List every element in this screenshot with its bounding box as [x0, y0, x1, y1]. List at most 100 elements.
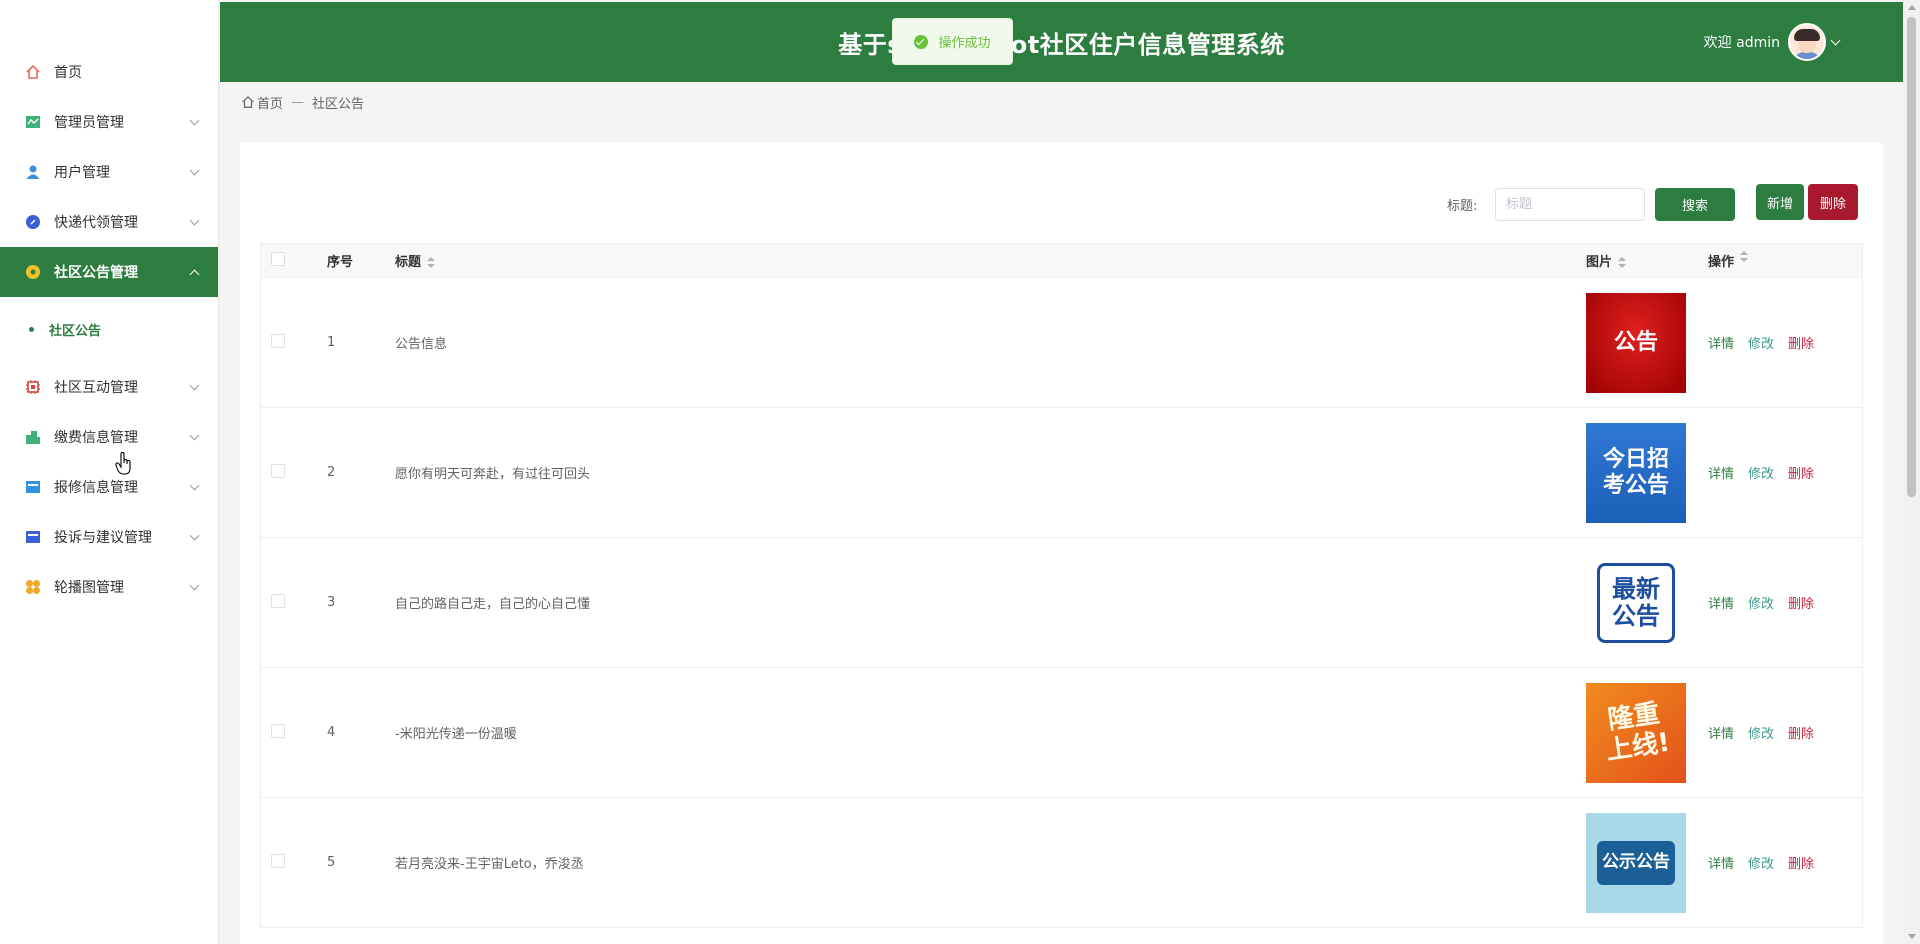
column-header-ops[interactable]: 操作 [1708, 251, 1862, 270]
sort-icon[interactable] [427, 256, 436, 269]
detail-link[interactable]: 详情 [1708, 333, 1734, 352]
notice-thumbnail[interactable]: 公告 [1586, 292, 1686, 393]
page-scrollbar[interactable] [1903, 0, 1920, 944]
table-row: 3 自己的路自己走，自己的心自己懂 最新公告 详情 修改 删除 [261, 538, 1862, 668]
sidebar-item-interaction[interactable]: 社区互动管理 [0, 362, 218, 412]
chevron-down-icon [189, 115, 200, 125]
detail-link[interactable]: 详情 [1708, 853, 1734, 872]
home-icon [26, 64, 40, 79]
sidebar-item-notice[interactable]: 社区公告管理 [0, 247, 218, 297]
breadcrumb-home[interactable]: 首页 [257, 93, 283, 112]
column-header-no: 序号 [327, 255, 354, 270]
avatar[interactable] [1788, 23, 1826, 61]
sidebar-item-label: 管理员管理 [54, 115, 124, 131]
search-input[interactable] [1495, 188, 1645, 221]
repair-icon [26, 481, 40, 493]
sidebar-item-complaint[interactable]: 投诉与建议管理 [0, 512, 218, 562]
breadcrumb-separator: — [291, 94, 305, 110]
column-header-image-label: 图片 [1586, 255, 1613, 270]
thumbnail-text: 今日招考公告 [1602, 447, 1669, 498]
row-checkbox[interactable] [271, 593, 285, 608]
scroll-thumb[interactable] [1907, 17, 1916, 497]
chevron-down-icon[interactable] [1830, 35, 1841, 45]
thumbnail-text: 公示公告 [1602, 851, 1670, 872]
breadcrumb: 首页 — 社区公告 [241, 93, 364, 112]
edit-link[interactable]: 修改 [1748, 333, 1774, 352]
row-no: 1 [327, 335, 336, 350]
payment-icon [26, 431, 40, 444]
sidebar-item-label: 缴费信息管理 [54, 430, 138, 446]
batch-delete-button[interactable]: 删除 [1808, 184, 1858, 220]
scroll-up-arrow-icon[interactable] [1908, 5, 1916, 10]
notice-thumbnail[interactable]: 今日招考公告 [1586, 422, 1686, 523]
edit-link[interactable]: 修改 [1748, 463, 1774, 482]
sidebar-item-repair[interactable]: 报修信息管理 [0, 462, 218, 512]
detail-link[interactable]: 详情 [1708, 723, 1734, 742]
welcome-text: 欢迎 admin [1703, 35, 1780, 51]
chevron-down-icon [189, 480, 200, 490]
sidebar-item-express[interactable]: 快递代领管理 [0, 197, 218, 247]
row-checkbox[interactable] [271, 333, 285, 348]
table-header: 序号 标题 图片 操作 [261, 244, 1862, 278]
table-row: 2 愿你有明天可奔赴，有过往可回头 今日招考公告 详情 修改 删除 [261, 408, 1862, 538]
chevron-down-icon [189, 580, 200, 590]
row-checkbox[interactable] [271, 853, 285, 868]
sidebar: 首页 管理员管理 用户管理 快递代领管理 社区公告管理 社区公告 社区互动管理 … [0, 0, 219, 944]
bullet-dot [29, 327, 34, 332]
column-header-ops-label: 操作 [1708, 255, 1735, 270]
toast-message: 操作成功 [938, 36, 991, 51]
success-icon [914, 34, 929, 49]
express-icon [26, 215, 40, 229]
sidebar-item-home[interactable]: 首页 [0, 47, 218, 97]
edit-link[interactable]: 修改 [1748, 593, 1774, 612]
thumbnail-text: 公告 [1613, 329, 1658, 355]
sidebar-item-label: 首页 [54, 65, 82, 81]
search-label: 标题: [1447, 199, 1478, 214]
complaint-icon [26, 531, 40, 543]
add-button[interactable]: 新增 [1756, 184, 1804, 220]
row-checkbox[interactable] [271, 463, 285, 478]
sort-icon[interactable] [1618, 256, 1627, 269]
delete-link[interactable]: 删除 [1788, 463, 1814, 482]
edit-link[interactable]: 修改 [1748, 853, 1774, 872]
notice-thumbnail[interactable]: 隆重上线! [1586, 682, 1686, 783]
sidebar-item-label: 轮播图管理 [54, 580, 124, 596]
delete-link[interactable]: 删除 [1788, 853, 1814, 872]
notice-thumbnail[interactable]: 公示公告 [1586, 812, 1686, 913]
row-title: 若月亮没来-王宇宙Leto，乔浚丞 [395, 857, 584, 872]
row-no: 4 [327, 725, 336, 740]
user-menu[interactable]: 欢迎 admin [1703, 2, 1841, 82]
sidebar-item-payment[interactable]: 缴费信息管理 [0, 412, 218, 462]
admin-icon [26, 116, 40, 128]
detail-link[interactable]: 详情 [1708, 463, 1734, 482]
detail-link[interactable]: 详情 [1708, 593, 1734, 612]
submenu-item-notice[interactable]: 社区公告 [0, 297, 218, 362]
column-header-title-label: 标题 [395, 255, 422, 270]
select-all-checkbox[interactable] [271, 251, 285, 266]
column-header-image[interactable]: 图片 [1586, 251, 1708, 270]
delete-link[interactable]: 删除 [1788, 593, 1814, 612]
search-button[interactable]: 搜索 [1655, 188, 1735, 221]
row-no: 2 [327, 465, 336, 480]
thumbnail-text: 最新公告 [1612, 575, 1660, 630]
row-checkbox[interactable] [271, 723, 285, 738]
delete-link[interactable]: 删除 [1788, 723, 1814, 742]
sidebar-item-carousel[interactable]: 轮播图管理 [0, 562, 218, 612]
home-icon [242, 95, 254, 108]
sidebar-item-label: 投诉与建议管理 [54, 530, 152, 546]
column-header-title[interactable]: 标题 [395, 251, 1586, 270]
sidebar-item-label: 社区公告管理 [54, 265, 138, 281]
chevron-down-icon [189, 430, 200, 440]
notice-thumbnail[interactable]: 最新公告 [1586, 552, 1686, 653]
thumbnail-text: 隆重上线! [1604, 698, 1672, 766]
submenu-item-label: 社区公告 [49, 324, 102, 339]
chevron-down-icon [189, 380, 200, 390]
scroll-down-arrow-icon[interactable] [1908, 934, 1916, 939]
row-title: 愿你有明天可奔赴，有过往可回头 [395, 467, 591, 482]
edit-link[interactable]: 修改 [1748, 723, 1774, 742]
delete-link[interactable]: 删除 [1788, 333, 1814, 352]
sidebar-item-user[interactable]: 用户管理 [0, 147, 218, 197]
top-header: 基于springboot社区住户信息管理系统 欢迎 admin [220, 2, 1903, 82]
sidebar-item-admin[interactable]: 管理员管理 [0, 97, 218, 147]
sort-icon[interactable] [1740, 251, 1749, 263]
